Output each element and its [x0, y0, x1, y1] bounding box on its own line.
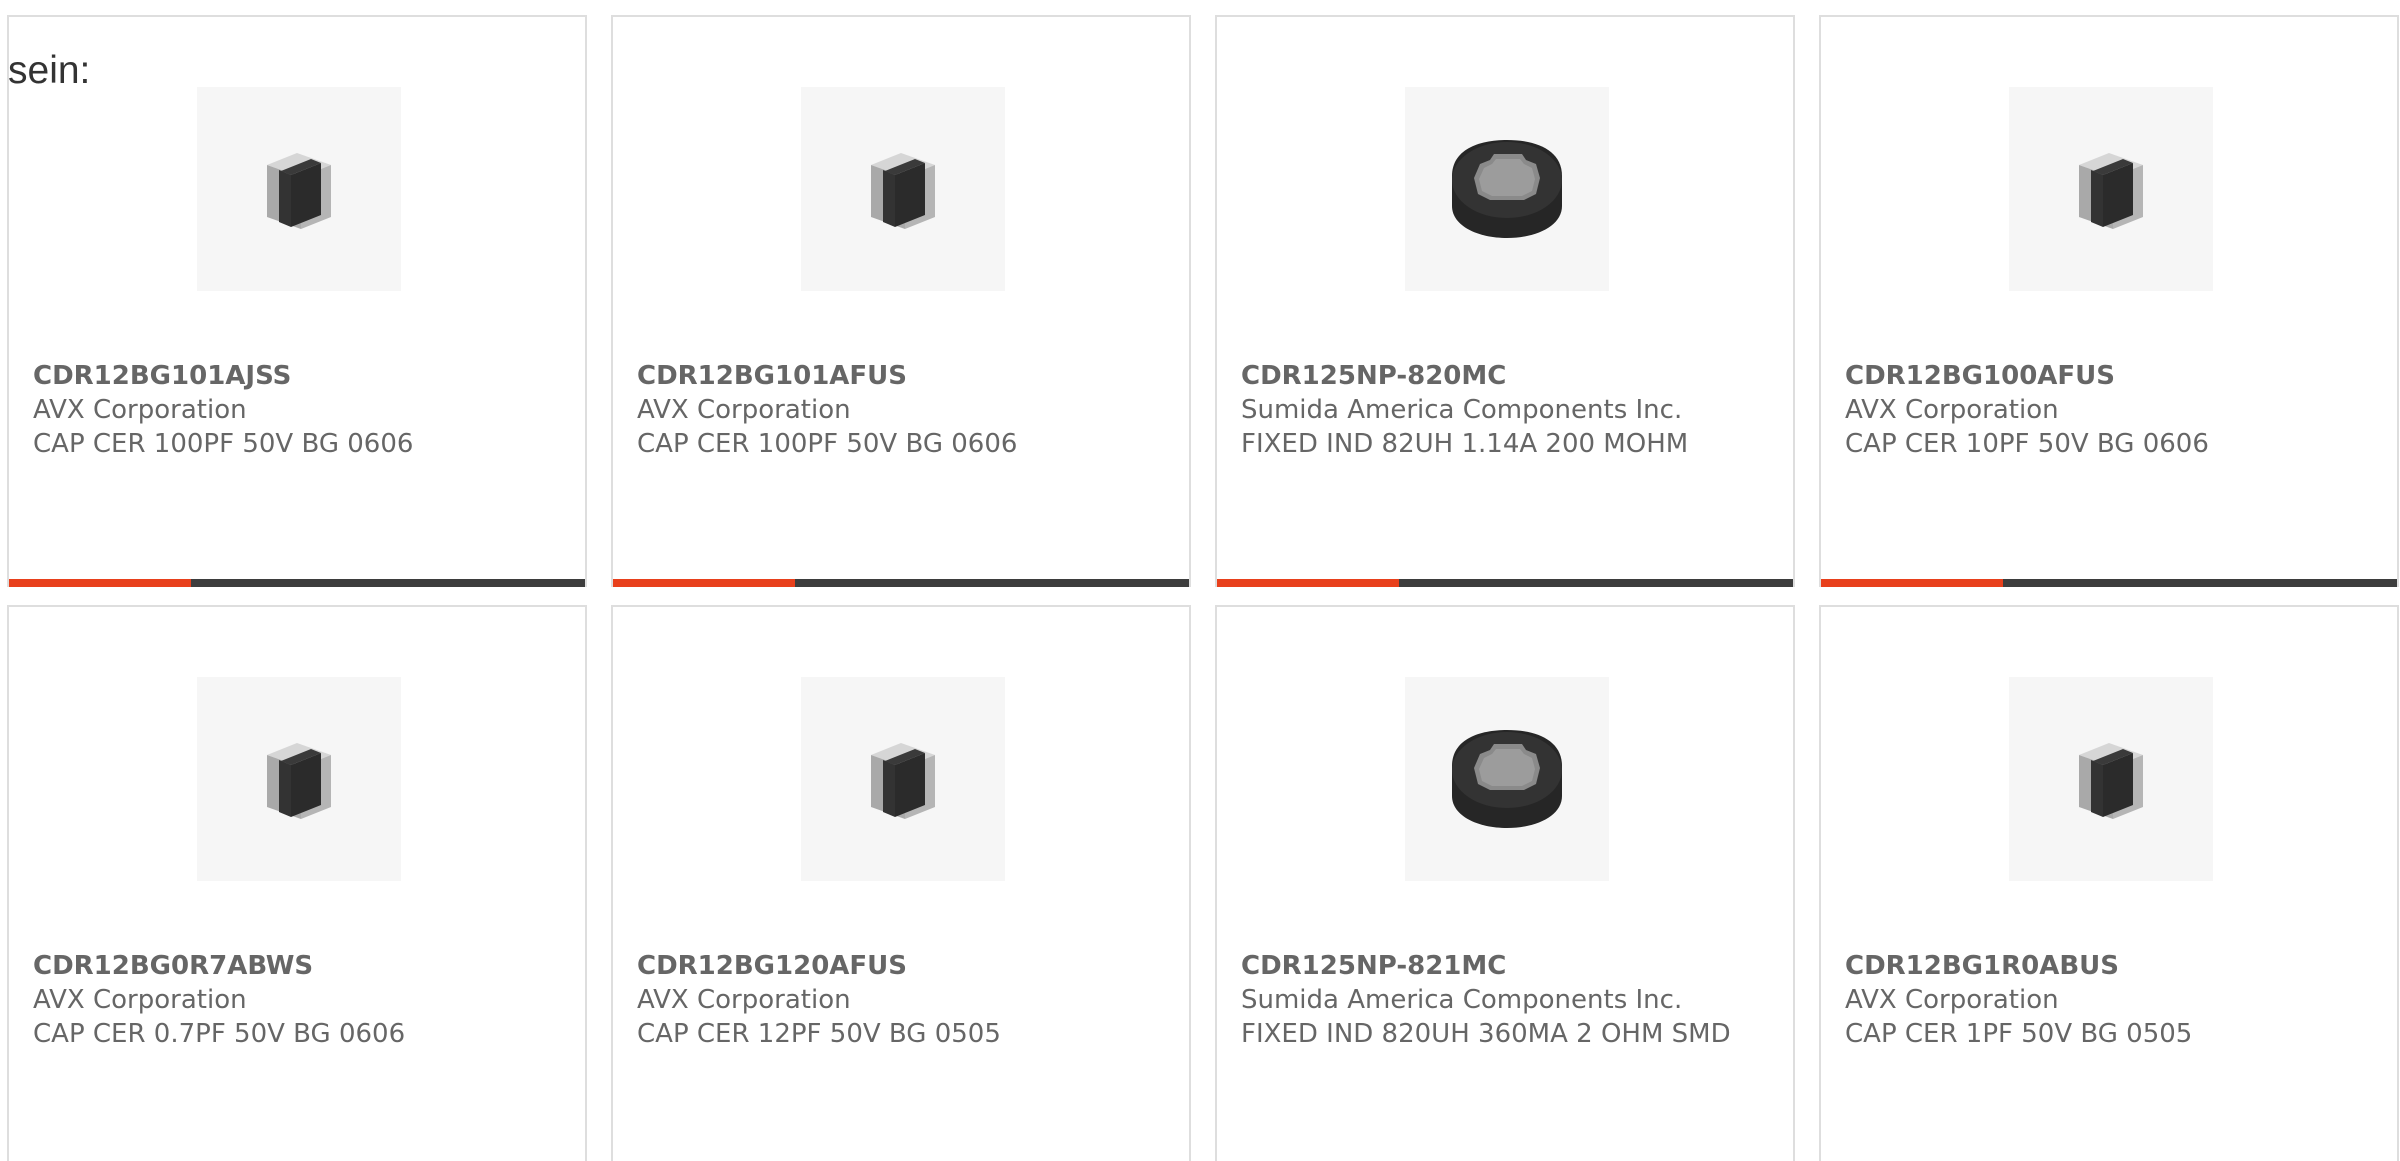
product-info: CDR12BG100AFUS AVX Corporation CAP CER 1… [1845, 359, 2345, 461]
product-card[interactable]: CDR12BG101AFUS AVX Corporation CAP CER 1… [611, 15, 1191, 587]
product-info: CDR12BG1R0ABUS AVX Corporation CAP CER 1… [1845, 949, 2345, 1051]
description-label: CAP CER 12PF 50V BG 0505 [637, 1019, 1001, 1049]
product-image[interactable] [1405, 677, 1609, 881]
manufacturer-label: AVX Corporation [33, 395, 247, 425]
product-image[interactable] [801, 677, 1005, 881]
product-card[interactable]: CDR125NP-820MC Sumida America Components… [1215, 15, 1795, 587]
description-label: CAP CER 0.7PF 50V BG 0606 [33, 1019, 406, 1049]
product-image[interactable] [2009, 677, 2213, 881]
product-card[interactable]: CDR12BG101AJSS AVX Corporation CAP CER 1… [7, 15, 587, 587]
product-info: CDR12BG101AJSS AVX Corporation CAP CER 1… [33, 359, 533, 461]
card-bar-accent [613, 579, 795, 587]
product-image[interactable] [801, 87, 1005, 291]
ceramic-capacitor-icon [871, 743, 935, 819]
part-number-link[interactable]: CDR12BG100AFUS [1845, 359, 2345, 393]
part-number-link[interactable]: CDR12BG120AFUS [637, 949, 1137, 983]
product-card[interactable]: CDR12BG1R0ABUS AVX Corporation CAP CER 1… [1819, 605, 2399, 1161]
card-bottom-bar [9, 579, 585, 587]
manufacturer-label: AVX Corporation [637, 985, 851, 1015]
product-info: CDR12BG101AFUS AVX Corporation CAP CER 1… [637, 359, 1137, 461]
card-bottom-bar [1821, 579, 2397, 587]
ceramic-capacitor-icon [2079, 743, 2143, 819]
product-info: CDR125NP-821MC Sumida America Components… [1241, 949, 1741, 1051]
manufacturer-label: Sumida America Components Inc. [1241, 985, 1683, 1015]
product-card[interactable]: CDR125NP-821MC Sumida America Components… [1215, 605, 1795, 1161]
manufacturer-label: AVX Corporation [33, 985, 247, 1015]
part-number-link[interactable]: CDR12BG0R7ABWS [33, 949, 533, 983]
card-bottom-bar [613, 579, 1189, 587]
part-number-link[interactable]: CDR12BG101AJSS [33, 359, 533, 393]
description-label: FIXED IND 820UH 360MA 2 OHM SMD [1241, 1019, 1731, 1049]
ceramic-capacitor-icon [871, 153, 935, 229]
manufacturer-label: AVX Corporation [1845, 985, 2059, 1015]
ceramic-capacitor-icon [2079, 153, 2143, 229]
manufacturer-label: AVX Corporation [637, 395, 851, 425]
product-image[interactable] [197, 677, 401, 881]
product-card[interactable]: CDR12BG0R7ABWS AVX Corporation CAP CER 0… [7, 605, 587, 1161]
inductor-icon [1452, 730, 1562, 828]
description-label: CAP CER 10PF 50V BG 0606 [1845, 429, 2209, 459]
part-number-link[interactable]: CDR125NP-821MC [1241, 949, 1741, 983]
card-bottom-bar [1217, 579, 1793, 587]
manufacturer-label: AVX Corporation [1845, 395, 2059, 425]
part-number-link[interactable]: CDR125NP-820MC [1241, 359, 1741, 393]
part-number-link[interactable]: CDR12BG1R0ABUS [1845, 949, 2345, 983]
manufacturer-label: Sumida America Components Inc. [1241, 395, 1683, 425]
product-card[interactable]: CDR12BG120AFUS AVX Corporation CAP CER 1… [611, 605, 1191, 1161]
product-image[interactable] [197, 87, 401, 291]
inductor-icon [1452, 140, 1562, 238]
product-grid-page: sein: CDR12BG101AJSS AVX Corporation CAP… [0, 0, 2400, 1161]
card-bar-accent [1821, 579, 2003, 587]
ceramic-capacitor-icon [267, 153, 331, 229]
description-label: CAP CER 100PF 50V BG 0606 [637, 429, 1018, 459]
product-grid: CDR12BG101AJSS AVX Corporation CAP CER 1… [7, 15, 2399, 1161]
card-bar-accent [9, 579, 191, 587]
page-heading: sein: [8, 49, 91, 92]
product-image[interactable] [1405, 87, 1609, 291]
product-info: CDR12BG120AFUS AVX Corporation CAP CER 1… [637, 949, 1137, 1051]
ceramic-capacitor-icon [267, 743, 331, 819]
description-label: CAP CER 100PF 50V BG 0606 [33, 429, 414, 459]
product-info: CDR125NP-820MC Sumida America Components… [1241, 359, 1741, 461]
product-info: CDR12BG0R7ABWS AVX Corporation CAP CER 0… [33, 949, 533, 1051]
product-image[interactable] [2009, 87, 2213, 291]
description-label: FIXED IND 82UH 1.14A 200 MOHM [1241, 429, 1689, 459]
card-bar-accent [1217, 579, 1399, 587]
product-card[interactable]: CDR12BG100AFUS AVX Corporation CAP CER 1… [1819, 15, 2399, 587]
part-number-link[interactable]: CDR12BG101AFUS [637, 359, 1137, 393]
description-label: CAP CER 1PF 50V BG 0505 [1845, 1019, 2193, 1049]
